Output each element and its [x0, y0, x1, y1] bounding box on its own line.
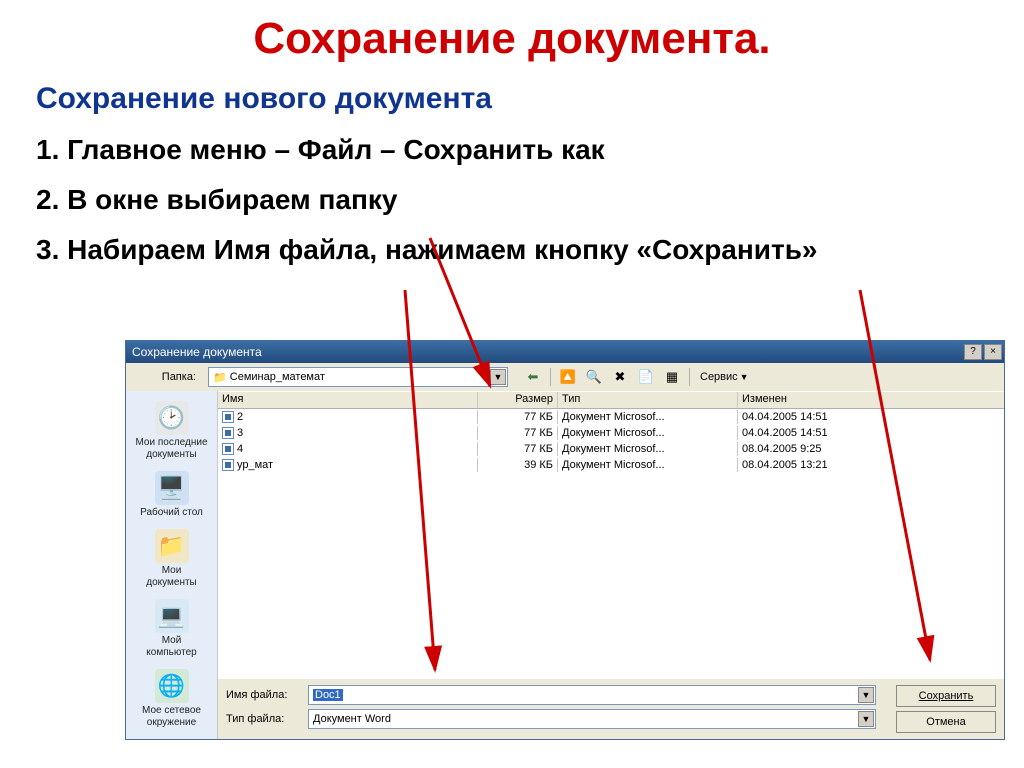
views-icon[interactable]: ▦ [661, 367, 683, 387]
save-dialog: Сохранение документа ? × Папка: 📁 Семина… [125, 340, 1005, 740]
dialog-titlebar[interactable]: Сохранение документа ? × [126, 341, 1004, 363]
file-size: 77 КБ [478, 410, 558, 424]
delete-icon[interactable]: ✖ [609, 367, 631, 387]
step-3: 3. Набираем Имя файла, нажимаем кнопку «… [36, 234, 988, 266]
col-type[interactable]: Тип [558, 392, 738, 408]
file-size: 77 КБ [478, 442, 558, 456]
place-desktop[interactable]: 🖥️ Рабочий стол [132, 467, 212, 523]
col-modified[interactable]: Изменен [738, 392, 1004, 408]
place-label: Рабочий стол [140, 507, 203, 519]
word-doc-icon [222, 443, 234, 455]
place-computer[interactable]: 💻 Мой компьютер [132, 595, 212, 663]
chevron-down-icon[interactable]: ▼ [858, 687, 874, 703]
file-name: 3 [237, 427, 243, 439]
folder-label: Папка: [132, 371, 202, 383]
file-modified: 08.04.2005 9:25 [738, 442, 1004, 456]
computer-icon: 💻 [155, 599, 189, 633]
dialog-toolbar: Папка: 📁 Семинар_математ ▼ ⬅ 🔼 🔍 ✖ 📄 ▦ С… [126, 363, 1004, 391]
file-size: 39 КБ [478, 458, 558, 472]
file-type: Документ Microsof... [558, 442, 738, 456]
file-area: Имя Размер Тип Изменен 277 КБДокумент Mi… [218, 391, 1004, 739]
word-doc-icon [222, 459, 234, 471]
up-icon[interactable]: 🔼 [557, 367, 579, 387]
word-doc-icon [222, 411, 234, 423]
slide-subtitle: Сохранение нового документа [36, 82, 988, 116]
filetype-value: Документ Word [313, 713, 391, 725]
dialog-title: Сохранение документа [132, 345, 262, 359]
close-button[interactable]: × [984, 344, 1002, 360]
file-list-header[interactable]: Имя Размер Тип Изменен [218, 391, 1004, 409]
file-row[interactable]: 4 77 КБДокумент Microsof...08.04.2005 9:2… [218, 441, 1004, 457]
back-icon[interactable]: ⬅ [522, 367, 544, 387]
word-doc-icon [222, 427, 234, 439]
save-button-label: Сохранить [919, 690, 974, 702]
chevron-down-icon[interactable]: ▼ [858, 711, 874, 727]
place-documents[interactable]: 📁 Мои документы [132, 525, 212, 593]
filetype-input[interactable]: Документ Word ▼ [308, 709, 876, 729]
chevron-down-icon[interactable]: ▼ [490, 369, 506, 385]
filename-value: Doc1 [313, 689, 343, 701]
file-name: ур_мат [237, 459, 273, 471]
help-button[interactable]: ? [964, 344, 982, 360]
cancel-button[interactable]: Отмена [896, 711, 996, 733]
file-name: 4 [237, 443, 243, 455]
service-label: Сервис [700, 371, 738, 383]
file-row[interactable]: 2 77 КБДокумент Microsof...04.04.2005 14:… [218, 409, 1004, 425]
documents-icon: 📁 [155, 529, 189, 563]
file-size: 77 КБ [478, 426, 558, 440]
file-type: Документ Microsof... [558, 426, 738, 440]
network-icon: 🌐 [155, 669, 189, 703]
place-label: Мой компьютер [146, 635, 196, 659]
desktop-icon: 🖥️ [155, 471, 189, 505]
slide-title: Сохранение документа. [36, 14, 988, 64]
places-bar: 🕑 Мои последние документы 🖥️ Рабочий сто… [126, 391, 218, 739]
file-modified: 08.04.2005 13:21 [738, 458, 1004, 472]
file-modified: 04.04.2005 14:51 [738, 426, 1004, 440]
col-size[interactable]: Размер [478, 392, 558, 408]
col-name[interactable]: Имя [218, 392, 478, 408]
recent-icon: 🕑 [155, 401, 189, 435]
save-button[interactable]: Сохранить [896, 685, 996, 707]
place-label: Мои документы [146, 565, 197, 589]
filetype-label: Тип файла: [226, 713, 302, 725]
file-type: Документ Microsof... [558, 410, 738, 424]
file-modified: 04.04.2005 14:51 [738, 410, 1004, 424]
file-name: 2 [237, 411, 243, 423]
file-type: Документ Microsof... [558, 458, 738, 472]
file-row[interactable]: ур_мат 39 КБДокумент Microsof...08.04.200… [218, 457, 1004, 473]
filename-input[interactable]: Doc1 ▼ [308, 685, 876, 705]
place-label: Мои последние документы [135, 437, 207, 461]
folder-value: Семинар_математ [230, 371, 325, 383]
place-label: Мое сетевое окружение [142, 705, 201, 729]
folder-dropdown[interactable]: 📁 Семинар_математ ▼ [208, 367, 508, 387]
step-1: 1. Главное меню – Файл – Сохранить как [36, 134, 988, 166]
place-recent[interactable]: 🕑 Мои последние документы [132, 397, 212, 465]
folder-icon: 📁 [213, 371, 227, 384]
place-network[interactable]: 🌐 Мое сетевое окружение [132, 665, 212, 733]
filename-label: Имя файла: [226, 689, 302, 701]
separator [689, 368, 690, 386]
service-menu[interactable]: Сервис ▼ [696, 371, 753, 383]
separator [550, 368, 551, 386]
step-2: 2. В окне выбираем папку [36, 184, 988, 216]
file-row[interactable]: 3 77 КБДокумент Microsof...04.04.2005 14:… [218, 425, 1004, 441]
chevron-down-icon: ▼ [740, 372, 749, 382]
file-list[interactable]: 277 КБДокумент Microsof...04.04.2005 14:… [218, 409, 1004, 679]
newfolder-icon[interactable]: 📄 [635, 367, 657, 387]
search-icon[interactable]: 🔍 [583, 367, 605, 387]
